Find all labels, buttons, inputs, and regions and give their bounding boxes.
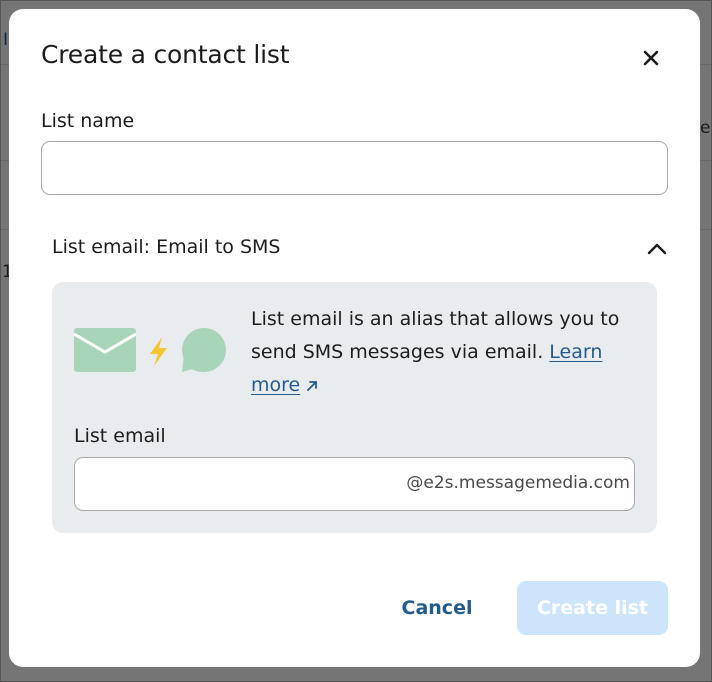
list-email-info-panel: List email is an alias that allows you t…: [52, 282, 657, 533]
speech-bubble-icon: [182, 328, 226, 372]
email-domain-suffix: @e2s.messagemedia.com: [406, 473, 630, 493]
list-name-input[interactable]: [41, 141, 668, 195]
create-contact-list-dialog: Create a contact list List name List ema…: [9, 9, 700, 667]
close-button[interactable]: [635, 42, 667, 74]
dialog-title: Create a contact list: [41, 40, 290, 69]
lightning-icon: [150, 337, 167, 366]
section-title: List email: Email to SMS: [52, 236, 281, 258]
cancel-button[interactable]: Cancel: [381, 582, 493, 634]
collapse-section-button[interactable]: [642, 234, 672, 264]
list-email-label: List email: [74, 425, 166, 447]
email-to-sms-illustration: [74, 328, 226, 372]
list-email-field: @e2s.messagemedia.com: [74, 457, 635, 511]
list-email-section-header[interactable]: List email: Email to SMS: [52, 234, 672, 264]
close-icon: [643, 50, 659, 66]
list-name-label: List name: [41, 110, 135, 132]
list-email-input[interactable]: [75, 458, 395, 510]
list-email-description: List email is an alias that allows you t…: [251, 303, 636, 402]
create-list-button[interactable]: Create list: [517, 581, 668, 635]
envelope-icon: [74, 328, 137, 372]
chevron-up-icon: [647, 243, 667, 255]
external-link-icon: [307, 380, 318, 391]
